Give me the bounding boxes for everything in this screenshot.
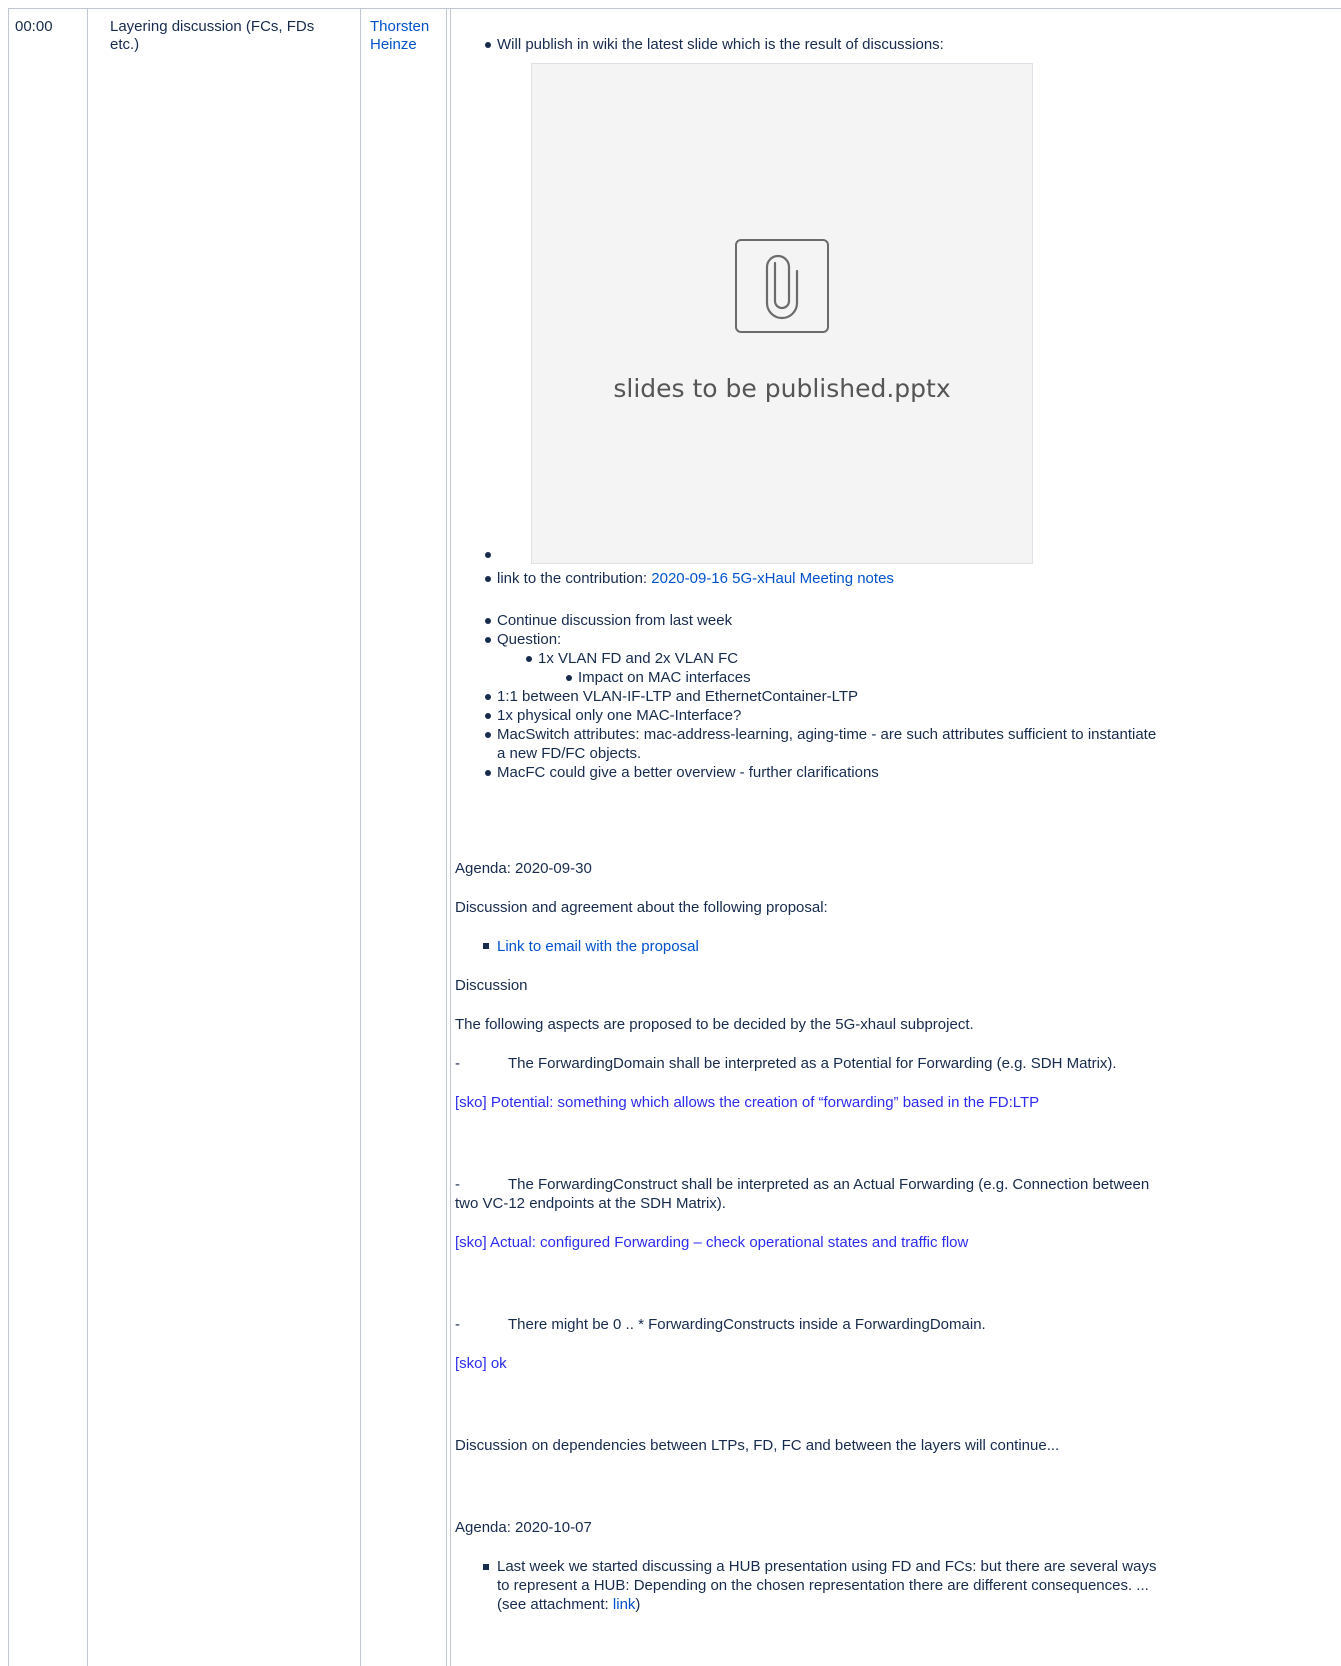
hub-text-line-2: to represent a HUB: Depending on the cho… xyxy=(497,1577,1149,1594)
list-item: 1:1 between VLAN-IF-LTP and EthernetCont… xyxy=(497,688,859,705)
sko-comment-2: [sko] Actual: configured Forwarding – ch… xyxy=(455,1234,969,1251)
time-cell: 00:00 xyxy=(15,18,53,35)
list-item: Question: xyxy=(497,631,562,648)
list-item: MacSwitch attributes: mac-address-learni… xyxy=(497,726,1157,743)
sko-comment-3: [sko] ok xyxy=(455,1355,507,1372)
fd-statement: The ForwardingDomain shall be interprete… xyxy=(508,1055,1117,1072)
bullet-icon xyxy=(485,694,491,700)
list-item: 1x VLAN FD and 2x VLAN FC xyxy=(538,650,739,667)
presenter-link-line-2[interactable]: Heinze xyxy=(370,36,417,54)
contribution-link[interactable]: 2020-09-16 5G-xHaul Meeting notes xyxy=(651,570,894,587)
discussion-intro: Discussion and agreement about the follo… xyxy=(455,899,828,916)
bullet-icon xyxy=(485,770,491,776)
agenda-heading-2: Agenda: 2020-10-07 xyxy=(455,1519,592,1536)
attachment-preview[interactable]: slides to be published.pptx xyxy=(531,63,1033,564)
agenda-heading-1: Agenda: 2020-09-30 xyxy=(455,860,592,877)
list-item: MacFC could give a better overview - fur… xyxy=(497,764,879,781)
list-item-continuation: a new FD/FC objects. xyxy=(497,745,642,762)
count-statement: There might be 0 .. * ForwardingConstruc… xyxy=(508,1316,986,1333)
sko-comment-1: [sko] Potential: something which allows … xyxy=(455,1094,1040,1111)
hub-attachment-link[interactable]: link xyxy=(613,1596,636,1613)
bullet-icon xyxy=(566,675,572,681)
bullet-icon xyxy=(485,713,491,719)
dash-marker: - xyxy=(455,1176,460,1193)
column-divider-3b xyxy=(450,8,451,1666)
column-divider-1 xyxy=(87,8,88,1666)
fc-statement-line-2: two VC-12 endpoints at the SDH Matrix). xyxy=(455,1195,726,1212)
bullet-icon xyxy=(485,576,491,582)
fc-statement-line-1: The ForwardingConstruct shall be interpr… xyxy=(508,1176,1150,1193)
item-cell-line-2: etc.) xyxy=(110,36,140,53)
bullet-icon xyxy=(485,618,491,624)
paperclip-icon xyxy=(735,239,829,333)
presenter-link-line-1[interactable]: Thorsten xyxy=(370,18,429,36)
bullet-icon xyxy=(485,552,491,558)
square-bullet-icon xyxy=(483,1564,489,1570)
column-divider-2 xyxy=(360,8,361,1666)
list-item: Continue discussion from last week xyxy=(497,612,733,629)
list-item: Impact on MAC interfaces xyxy=(578,669,751,686)
list-item: 1x physical only one MAC-Interface? xyxy=(497,707,742,724)
email-link[interactable]: Link to email with the proposal xyxy=(497,938,699,956)
item-cell-line-1: Layering discussion (FCs, FDs xyxy=(110,18,315,35)
table-left-border xyxy=(8,8,9,1666)
bullet-icon xyxy=(485,637,491,643)
column-divider-3 xyxy=(446,8,447,1666)
attachment-filename: slides to be published.pptx xyxy=(613,374,951,403)
publish-bullet-text: Will publish in wiki the latest slide wh… xyxy=(497,36,944,53)
dependencies-text: Discussion on dependencies between LTPs,… xyxy=(455,1437,1060,1454)
square-bullet-icon xyxy=(483,943,489,949)
aspects-intro: The following aspects are proposed to be… xyxy=(455,1016,974,1033)
contribution-text: link to the contribution: 2020-09-16 5G-… xyxy=(497,570,894,587)
hub-text-line-3: (see attachment: link) xyxy=(497,1596,641,1613)
table-top-border xyxy=(8,8,1341,9)
dash-marker: - xyxy=(455,1316,460,1333)
bullet-icon xyxy=(485,42,491,48)
dash-marker: - xyxy=(455,1055,460,1072)
bullet-icon xyxy=(526,656,532,662)
bullet-icon xyxy=(485,732,491,738)
hub-text-line-1: Last week we started discussing a HUB pr… xyxy=(497,1558,1157,1575)
discussion-label: Discussion xyxy=(455,977,528,994)
